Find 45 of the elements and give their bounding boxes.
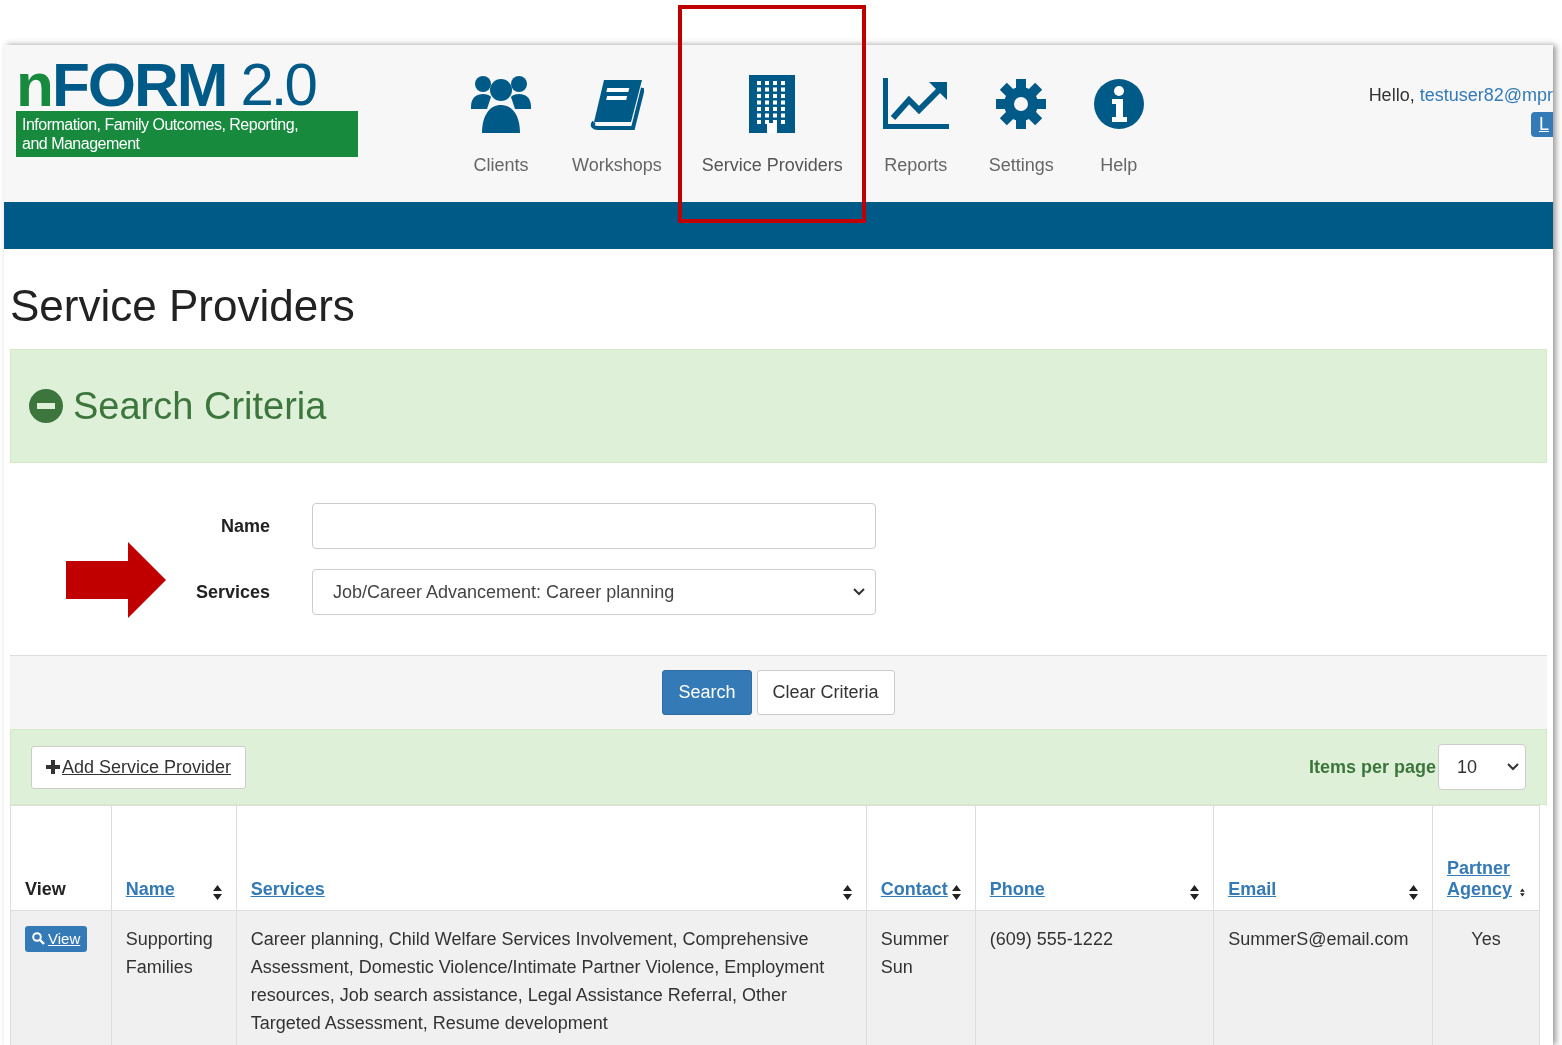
column-header[interactable]: Contact	[880, 879, 948, 900]
column-header: View	[25, 879, 66, 899]
field-label: Name	[219, 515, 270, 537]
add-button[interactable]: Add Service Provider	[31, 745, 247, 789]
page-size-select[interactable]: 10	[1438, 744, 1526, 790]
services-select[interactable]: Job/Career Advancement: Career planning	[312, 569, 876, 615]
nav-item[interactable]: Workshops	[552, 73, 682, 193]
nav-item[interactable]: Clients	[450, 73, 552, 193]
field-label: Services	[194, 581, 270, 603]
search-button[interactable]: Search	[662, 670, 752, 715]
user-link[interactable]: testuser82@mpr	[1419, 85, 1553, 105]
info-icon	[1093, 79, 1144, 129]
greeting-text: Hello,	[1368, 85, 1415, 105]
table-cell: Yes	[1471, 929, 1501, 949]
nform-logo: nFORM 2.0 Information, Family Outcomes, Reporting, and Management	[16, 59, 358, 202]
table-cell: Supporting Families	[125, 929, 213, 977]
name-field[interactable]	[312, 503, 876, 549]
page-title: Service Providers	[10, 281, 356, 331]
plus-icon	[46, 760, 60, 774]
table-cell: SummerS@email.com	[1228, 929, 1409, 949]
column-header[interactable]: Name	[125, 879, 175, 900]
panel-title: Search Criteria	[73, 384, 327, 428]
search-icon	[32, 932, 45, 945]
nav-item[interactable]: Service Providers	[681, 73, 863, 193]
line-chart-icon	[882, 78, 949, 130]
table-cell: Summer Sun	[880, 929, 949, 977]
chevron-icon	[1507, 763, 1519, 771]
nav-item[interactable]: Settings	[968, 73, 1074, 193]
clear-button[interactable]: Clear Criteria	[756, 670, 895, 715]
column-header[interactable]: Email	[1228, 879, 1277, 900]
gear-icon	[996, 79, 1047, 129]
column-header[interactable]: Phone	[989, 879, 1045, 900]
book-icon	[589, 78, 644, 130]
table-cell: (609) 555-1222	[989, 929, 1113, 949]
collapse-icon[interactable]	[29, 389, 63, 423]
nav-item[interactable]: Help	[1073, 73, 1164, 193]
building-icon	[749, 75, 796, 133]
people-icon	[470, 75, 532, 133]
table-cell: Career planning, Child Welfare Services Involvement, Comprehensive Assessment, Domestic Violence/Intimate Partner Violence, Employment resources, Job search assistance, Legal Assistance Referral, Other Targeted Assessment, Resume development	[250, 929, 825, 1033]
view-button[interactable]: View	[25, 925, 88, 952]
logout-button[interactable]: L	[1531, 112, 1553, 137]
column-header[interactable]: Services	[250, 879, 325, 900]
chevron-icon	[853, 588, 865, 596]
nav-item[interactable]: Reports	[862, 73, 969, 193]
items-per-page-label: Items per page	[1308, 756, 1436, 778]
